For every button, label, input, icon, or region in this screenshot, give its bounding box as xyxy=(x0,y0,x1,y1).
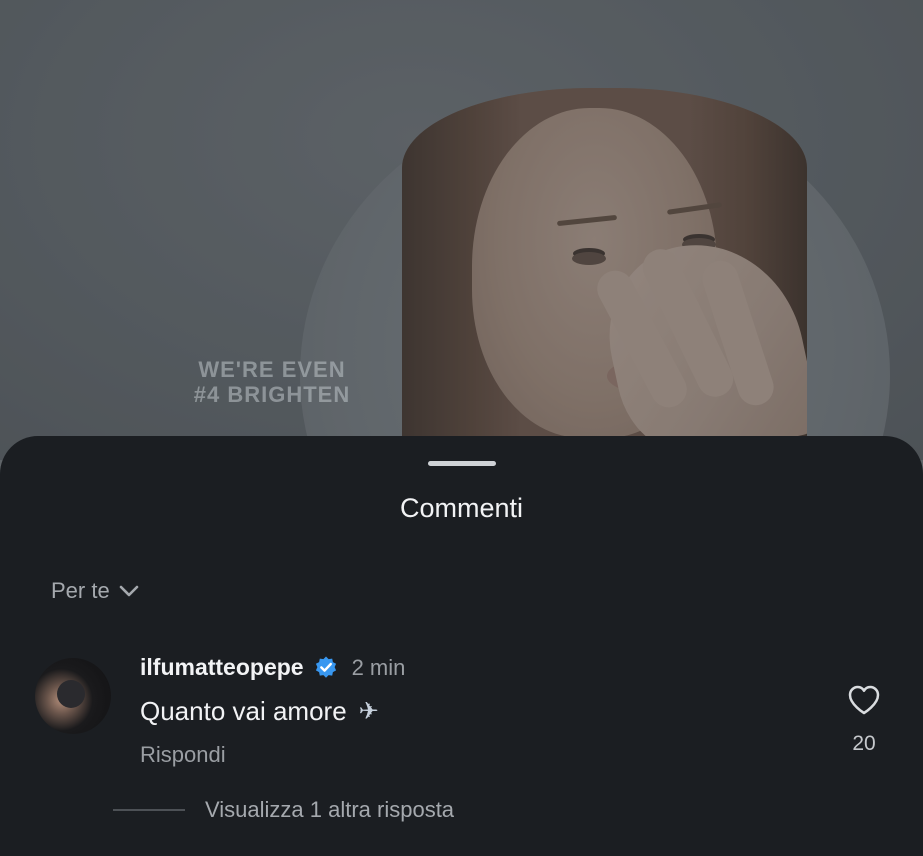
chevron-down-icon xyxy=(119,585,139,597)
view-replies-label[interactable]: Visualizza 1 altra risposta xyxy=(205,797,454,823)
airplane-icon: ✈ xyxy=(358,698,379,725)
comment-item: ilfumatteopepe 2 min Quanto vai amore ✈ … xyxy=(0,650,923,790)
sheet-drag-handle[interactable] xyxy=(428,461,496,466)
video-dim-overlay xyxy=(0,0,923,460)
overlay-line-2: #4 BRIGHTEN xyxy=(193,382,351,407)
like-button[interactable] xyxy=(846,684,882,721)
sort-dropdown[interactable]: Per te xyxy=(51,578,140,604)
sort-label: Per te xyxy=(51,578,110,603)
sheet-title: Commenti xyxy=(399,493,524,523)
verified-badge-icon xyxy=(315,656,336,678)
reply-button[interactable]: Rispondi xyxy=(140,742,226,768)
comment-timestamp: 2 min xyxy=(351,654,406,680)
overlay-line-1: WE'RE EVEN xyxy=(198,357,346,382)
replies-divider xyxy=(113,809,185,811)
video-overlay-text: WE'RE EVEN #4 BRIGHTEN xyxy=(182,357,362,407)
comment-username[interactable]: ilfumatteopepe xyxy=(140,654,304,681)
like-count: 20 xyxy=(852,732,876,755)
comment-header: ilfumatteopepe 2 min xyxy=(140,654,405,681)
comment-body: Quanto vai amore ✈ xyxy=(140,696,379,727)
comment-text: Quanto vai amore xyxy=(140,696,347,726)
avatar[interactable] xyxy=(35,658,111,734)
view-replies[interactable]: Visualizza 1 altra risposta xyxy=(113,797,454,823)
heart-icon xyxy=(848,685,880,715)
